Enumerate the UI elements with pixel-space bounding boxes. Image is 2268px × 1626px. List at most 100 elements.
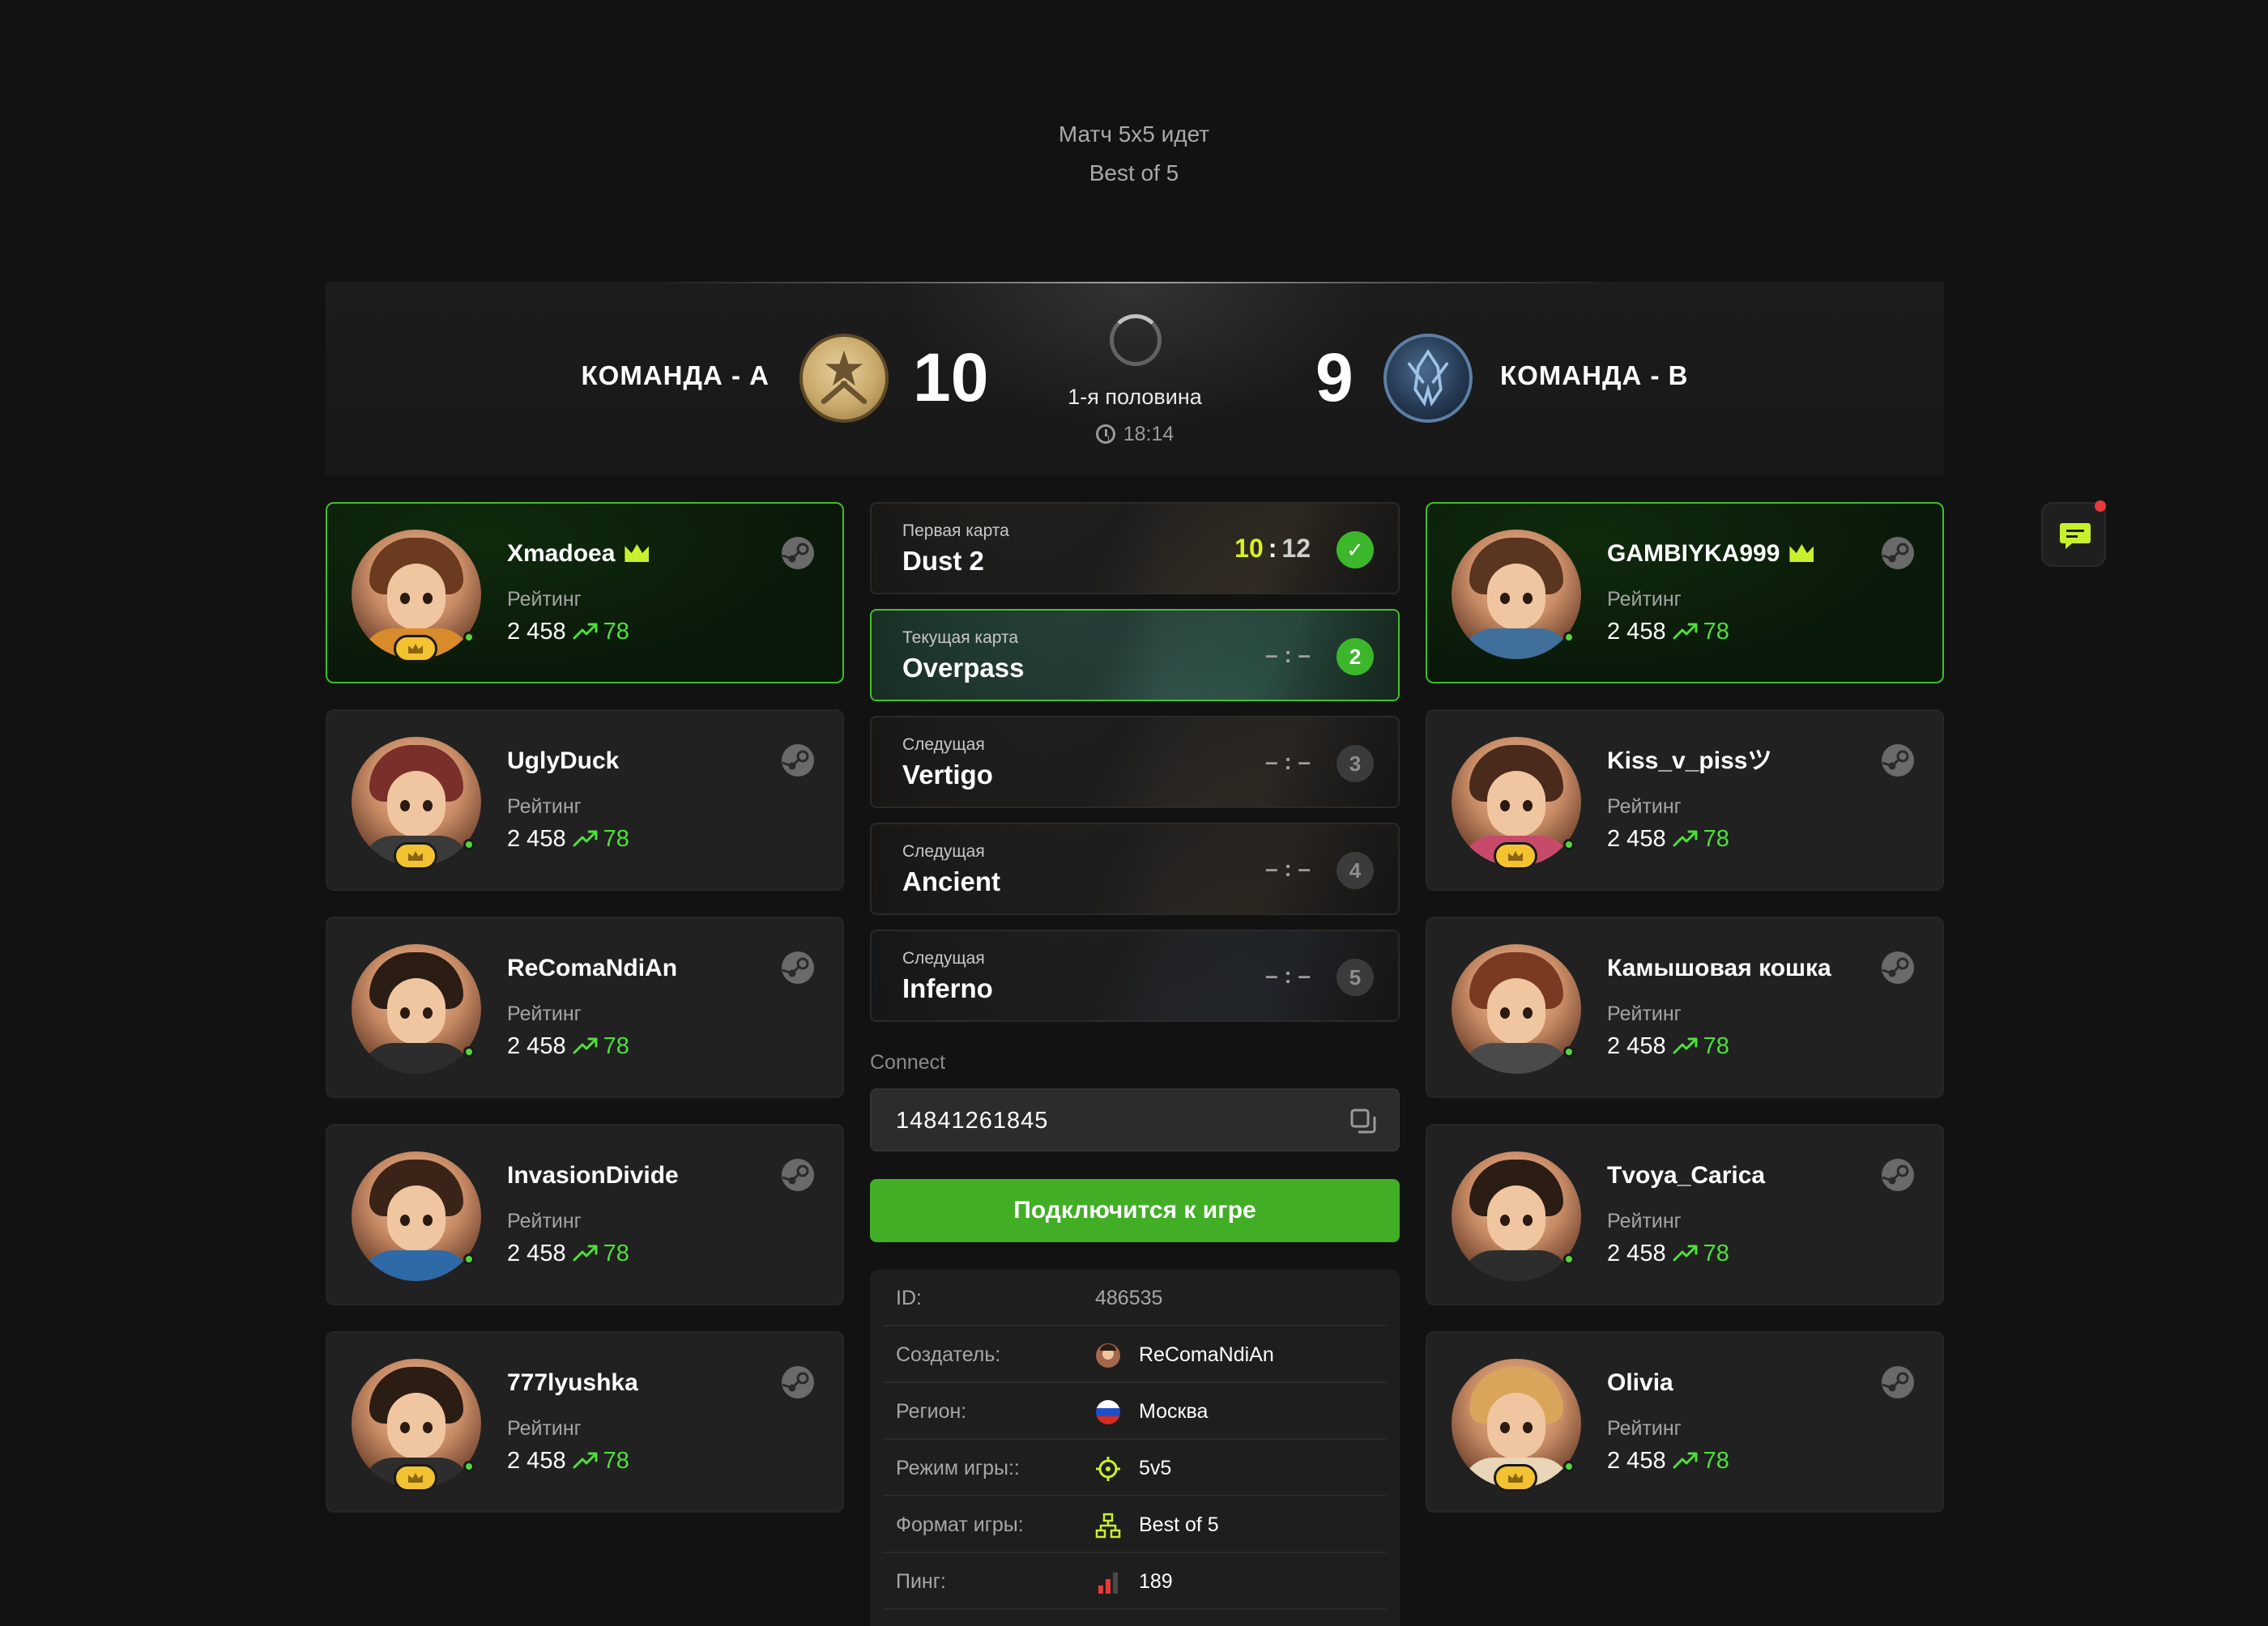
info-key-mode: Режим игры::	[896, 1457, 1020, 1479]
map-card[interactable]: Следущая Inferno – : – 5	[870, 930, 1400, 1022]
player-avatar	[1452, 1151, 1581, 1281]
rating-value: 2 458 78	[1607, 1028, 1729, 1064]
map-card[interactable]: Текущая карта Overpass – : – 2	[870, 609, 1400, 701]
rating-delta: 78	[603, 1033, 629, 1059]
connect-field[interactable]: 14841261845	[870, 1088, 1400, 1151]
rating-label: Рейтинг	[507, 1002, 582, 1025]
avatar-eye	[1523, 593, 1533, 604]
avatar-eye	[400, 1215, 410, 1226]
avatar-face	[387, 771, 446, 837]
steam-icon[interactable]	[1881, 536, 1915, 570]
map-label: Следущая	[902, 949, 985, 968]
avatar-face	[1487, 771, 1545, 837]
steam-icon[interactable]	[781, 1158, 815, 1192]
trend-up-icon	[1673, 1037, 1698, 1054]
trend-up-icon	[1673, 830, 1698, 847]
map-card[interactable]: Следущая Ancient – : – 4	[870, 823, 1400, 915]
premium-badge-icon	[1494, 1464, 1537, 1492]
player-name-text: Камышовая кошка	[1607, 955, 1831, 981]
rating-number: 2 458	[1607, 619, 1666, 645]
steam-icon[interactable]	[781, 1365, 815, 1399]
info-val-id: 486535	[1095, 1287, 1163, 1309]
info-row-region: Регион: Москва	[883, 1383, 1387, 1440]
scoreboard: КОМАНДА - A 10 1-я половина 18:14 9 КОМА…	[326, 282, 1944, 476]
steam-icon[interactable]	[781, 951, 815, 985]
player-name[interactable]: Kiss_v_pissツ	[1607, 743, 1771, 779]
rating-label: Рейтинг	[1607, 1002, 1682, 1025]
player-name[interactable]: UglyDuck	[507, 743, 619, 779]
steam-icon[interactable]	[781, 536, 815, 570]
avatar-eye	[1523, 1007, 1533, 1019]
map-score: – : –	[1264, 856, 1311, 881]
rating-label: Рейтинг	[507, 588, 582, 611]
avatar-face	[1487, 564, 1545, 630]
connect-to-game-button[interactable]: Подключится к игре	[870, 1179, 1400, 1242]
avatar-eye	[1523, 1215, 1533, 1226]
avatar-shirt	[1461, 628, 1571, 659]
rating-value: 2 458 78	[507, 614, 629, 649]
crown-icon	[625, 544, 650, 562]
premium-badge-icon	[394, 842, 437, 870]
copy-icon[interactable]	[1349, 1108, 1377, 1135]
online-status-dot	[1563, 1254, 1575, 1265]
map-card[interactable]: Первая карта Dust 2 10:12 ✓	[870, 502, 1400, 594]
steam-icon[interactable]	[1881, 1365, 1915, 1399]
map-card[interactable]: Следущая Vertigo – : – 3	[870, 716, 1400, 808]
steam-icon[interactable]	[781, 743, 815, 777]
map-score-separator: :	[1268, 534, 1277, 563]
connect-value[interactable]: 14841261845	[896, 1105, 1048, 1137]
player-name[interactable]: Tvoya_Carica	[1607, 1158, 1765, 1194]
rating-number: 2 458	[507, 1241, 566, 1266]
chat-button[interactable]	[2041, 500, 2106, 567]
player-card[interactable]: Kiss_v_pissツ Рейтинг 2 458 78	[1426, 709, 1944, 891]
player-card[interactable]: UglyDuck Рейтинг 2 458 78	[326, 709, 844, 891]
player-card[interactable]: GAMBIYKA999 Рейтинг 2 458 78	[1426, 502, 1944, 683]
trend-up-icon	[1673, 623, 1698, 640]
player-name[interactable]: GAMBIYKA999	[1607, 536, 1814, 572]
player-name-text: Olivia	[1607, 1369, 1673, 1396]
steam-icon[interactable]	[1881, 951, 1915, 985]
info-row-ping: Пинг: 189	[883, 1553, 1387, 1610]
player-name[interactable]: 777lyushka	[507, 1365, 638, 1401]
trend-up-icon	[1673, 1245, 1698, 1262]
info-val-format: Best of 5	[1139, 1513, 1219, 1536]
player-name[interactable]: InvasionDivide	[507, 1158, 679, 1194]
info-val-region: Москва	[1139, 1400, 1209, 1423]
rating-delta: 78	[1703, 826, 1729, 852]
player-name[interactable]: Olivia	[1607, 1365, 1673, 1401]
player-name[interactable]: Камышовая кошка	[1607, 951, 1831, 986]
player-card[interactable]: InvasionDivide Рейтинг 2 458 78	[326, 1124, 844, 1305]
player-card[interactable]: Tvoya_Carica Рейтинг 2 458 78	[1426, 1124, 1944, 1305]
rating-number: 2 458	[507, 1448, 566, 1474]
player-card[interactable]: ReComaNdiAn Рейтинг 2 458 78	[326, 917, 844, 1098]
player-card[interactable]: 777lyushka Рейтинг 2 458 78	[326, 1331, 844, 1513]
rating-number: 2 458	[507, 619, 566, 645]
info-key-ping: Пинг:	[896, 1570, 946, 1593]
russia-flag-icon	[1096, 1400, 1120, 1424]
player-name[interactable]: ReComaNdiAn	[507, 951, 677, 986]
steam-icon[interactable]	[1881, 1158, 1915, 1192]
avatar-face	[1487, 978, 1545, 1045]
avatar-eye	[1500, 1422, 1510, 1433]
map-name: Overpass	[902, 653, 1025, 683]
player-avatar	[1452, 530, 1581, 659]
online-status-dot	[463, 1461, 475, 1472]
steam-icon[interactable]	[1881, 743, 1915, 777]
rating-value: 2 458 78	[1607, 1236, 1729, 1271]
rating-number: 2 458	[1607, 1241, 1666, 1266]
online-status-dot	[1563, 632, 1575, 643]
avatar-eye	[423, 593, 433, 604]
avatar-eye	[400, 1422, 410, 1433]
player-card[interactable]: Olivia Рейтинг 2 458 78	[1426, 1331, 1944, 1513]
avatar-shirt	[1461, 1043, 1571, 1074]
trend-up-icon	[1673, 1452, 1698, 1469]
notification-dot	[2095, 500, 2106, 512]
map-score: – : –	[1264, 963, 1311, 988]
rating-delta: 78	[1703, 1241, 1729, 1266]
player-card[interactable]: Камышовая кошка Рейтинг 2 458 78	[1426, 917, 1944, 1098]
team-b-name: КОМАНДА - B	[1500, 360, 1689, 390]
player-name[interactable]: Xmadoea	[507, 536, 650, 572]
avatar-eye	[400, 800, 410, 811]
avatar-face	[1487, 1393, 1545, 1459]
player-card[interactable]: Xmadoea Рейтинг 2 458 78	[326, 502, 844, 683]
